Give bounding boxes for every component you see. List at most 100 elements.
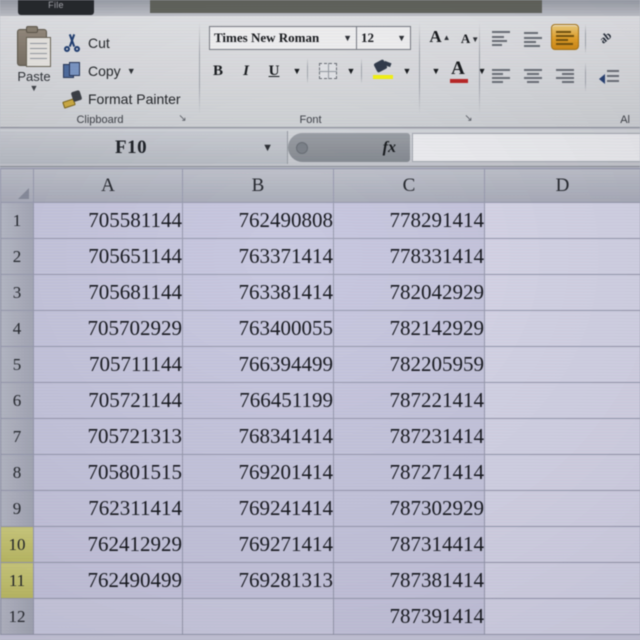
row-header-4[interactable]: 4 (0, 310, 34, 347)
cell-C6[interactable]: 787221414 (333, 382, 485, 419)
cell-B2[interactable]: 763371414 (182, 238, 334, 275)
cell-D1[interactable] (484, 202, 640, 239)
column-header-C[interactable]: C (333, 168, 485, 203)
format-painter-button[interactable]: Format Painter (62, 86, 181, 112)
underline-button[interactable]: U (263, 60, 285, 82)
row-header-7[interactable]: 7 (0, 418, 34, 455)
cell-D11[interactable] (484, 562, 640, 599)
italic-button[interactable]: I (235, 60, 257, 82)
cell-B12[interactable] (182, 598, 334, 635)
name-box-caret[interactable]: ▼ (262, 142, 273, 154)
cell-D10[interactable] (484, 526, 640, 563)
cell-D12[interactable] (484, 598, 640, 635)
cell-A6[interactable]: 705721144 (33, 382, 183, 419)
cell-C1[interactable]: 778291414 (333, 202, 485, 239)
cell-C4[interactable]: 782142929 (333, 310, 485, 347)
cut-button[interactable]: Cut (62, 30, 110, 56)
cell-B5[interactable]: 766394499 (182, 346, 334, 383)
cell-B8[interactable]: 769201414 (182, 454, 334, 491)
cell-D3[interactable] (484, 274, 640, 311)
middle-align-button[interactable] (519, 26, 547, 52)
cell-C2[interactable]: 778331414 (333, 238, 485, 275)
cell-B3[interactable]: 763381414 (182, 274, 334, 311)
row-header-9[interactable]: 9 (0, 490, 34, 527)
paste-button[interactable]: Paste ▼ (6, 22, 62, 106)
cell-C3[interactable]: 782042929 (333, 274, 485, 311)
cell-A8[interactable]: 705801515 (33, 454, 183, 491)
cell-B4[interactable]: 763400055 (182, 310, 334, 347)
cell-D2[interactable] (484, 238, 640, 275)
cell-C8[interactable]: 787271414 (333, 454, 485, 491)
cell-C12[interactable]: 787391414 (333, 598, 485, 635)
cell-D4[interactable] (484, 310, 640, 347)
top-align-button[interactable] (487, 26, 515, 52)
cell-D5[interactable] (484, 346, 640, 383)
cell-D8[interactable] (484, 454, 640, 491)
fill-color-button[interactable] (371, 58, 395, 80)
cell-A7[interactable]: 705721313 (33, 418, 183, 455)
column-header-A[interactable]: A (33, 168, 183, 203)
cell-D6[interactable] (484, 382, 640, 419)
grow-font-button[interactable]: A ▲ (428, 26, 452, 48)
clipboard-dialog-launcher[interactable]: ↘ (177, 113, 188, 124)
cell-A11[interactable]: 762490499 (33, 562, 183, 599)
decrease-indent-button[interactable] (595, 64, 623, 90)
cell-B1[interactable]: 762490808 (182, 202, 334, 239)
cell-D7[interactable] (484, 418, 640, 455)
row-header-6[interactable]: 6 (0, 382, 34, 419)
cell-B10[interactable]: 769271414 (182, 526, 334, 563)
cell-A10[interactable]: 762412929 (33, 526, 183, 563)
font-color-button[interactable]: A (446, 58, 470, 83)
bold-button[interactable]: B (207, 60, 229, 82)
fill-color-caret[interactable]: ▼ (397, 60, 417, 82)
column-header-D[interactable]: D (484, 168, 640, 203)
cell-A1[interactable]: 705581144 (33, 202, 183, 239)
row-header-12[interactable]: 12 (0, 598, 34, 635)
cell-C5[interactable]: 782205959 (333, 346, 485, 383)
cell-B9[interactable]: 769241414 (182, 490, 334, 527)
row-header-8[interactable]: 8 (0, 454, 34, 491)
font-size-caret[interactable]: ▼ (397, 33, 406, 43)
tab-file[interactable]: File (18, 0, 94, 15)
cell-A12[interactable] (33, 598, 183, 635)
row-header-5[interactable]: 5 (0, 346, 34, 383)
row-header-11[interactable]: 11 (0, 562, 34, 599)
row-header-3[interactable]: 3 (0, 274, 34, 311)
borders-button[interactable] (317, 60, 339, 82)
cell-C9[interactable]: 787302929 (333, 490, 485, 527)
font-size-input[interactable]: 12 ▼ (357, 26, 411, 50)
name-box[interactable]: F10 ▼ (0, 131, 288, 164)
cell-A3[interactable]: 705681144 (33, 274, 183, 311)
font-dialog-launcher[interactable]: ↘ (463, 113, 474, 124)
bottom-align-button[interactable] (551, 24, 579, 50)
borders-caret[interactable]: ▼ (341, 60, 361, 82)
cell-C11[interactable]: 787381414 (333, 562, 485, 599)
cell-C10[interactable]: 787314414 (333, 526, 485, 563)
cell-A9[interactable]: 762311414 (33, 490, 183, 527)
row-header-1[interactable]: 1 (0, 202, 34, 239)
row-header-2[interactable]: 2 (0, 238, 34, 275)
insert-function-icon[interactable]: fx (383, 139, 396, 157)
formula-knob-icon[interactable] (296, 141, 308, 154)
cell-A5[interactable]: 705711144 (33, 346, 183, 383)
align-right-button[interactable] (551, 64, 579, 90)
align-center-button[interactable] (519, 64, 547, 90)
cell-B11[interactable]: 769281313 (182, 562, 334, 599)
cell-D9[interactable] (484, 490, 640, 527)
align-left-button[interactable] (487, 64, 515, 90)
column-header-B[interactable]: B (182, 168, 334, 203)
orientation-button[interactable]: ab (595, 26, 623, 52)
row-header-10[interactable]: 10 (0, 526, 34, 563)
cell-B7[interactable]: 768341414 (182, 418, 334, 455)
copy-dropdown-caret[interactable]: ▼ (127, 66, 136, 76)
underline-caret[interactable]: ▼ (287, 60, 307, 82)
spreadsheet-grid[interactable]: A B C D 1 705581144 762490808 778291414 … (0, 168, 640, 640)
fill-color-caret-2[interactable]: ▼ (426, 60, 446, 82)
select-all-button[interactable] (0, 168, 34, 203)
font-name-caret[interactable]: ▼ (343, 33, 352, 43)
paste-dropdown-caret[interactable]: ▼ (6, 84, 62, 93)
cell-C7[interactable]: 787231414 (333, 418, 485, 455)
cell-A2[interactable]: 705651144 (33, 238, 183, 275)
cell-A4[interactable]: 705702929 (33, 310, 183, 347)
copy-button[interactable]: Copy ▼ (62, 58, 136, 84)
